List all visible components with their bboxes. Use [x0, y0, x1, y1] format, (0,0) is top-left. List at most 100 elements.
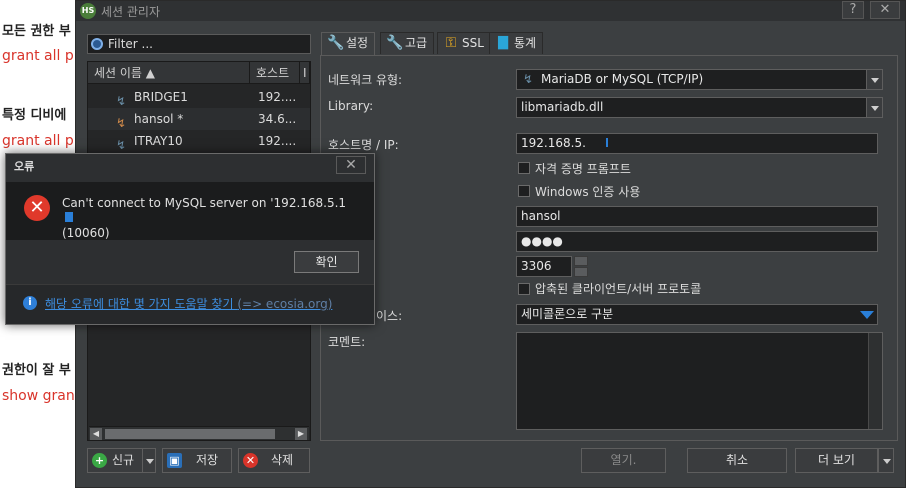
session-host: 34.6... [258, 112, 297, 126]
session-row-hansol[interactable]: ↯ hansol * 34.6... [88, 108, 310, 130]
new-label: 신규 [111, 453, 135, 467]
key-icon: ⚿ [445, 35, 457, 51]
host-input[interactable]: 192.168.5. [516, 133, 878, 154]
filter-placeholder: Filter ... [108, 37, 153, 51]
dialog-footer: i 해당 오류에 대한 몇 가지 도움말 찾기 (=> ecosia.org) [6, 284, 374, 324]
column-session-name[interactable]: 세션 이름 ▲ [88, 62, 250, 84]
session-host: 192.... [258, 134, 297, 148]
new-dropdown-button[interactable] [142, 448, 156, 473]
cancel-button[interactable]: 취소 [687, 448, 787, 473]
chevron-down-icon [146, 459, 154, 464]
bg-code-3: show gran [2, 388, 75, 404]
library-select[interactable]: libmariadb.dll [516, 97, 883, 118]
ok-button[interactable]: 확인 [294, 251, 359, 273]
delete-label: 삭제 [270, 453, 294, 467]
title-bar: HS 세션 관리자 ? ✕ [76, 1, 905, 21]
chevron-down-icon [883, 459, 891, 464]
help-link[interactable]: 해당 오류에 대한 몇 가지 도움말 찾기 (=> ecosia.org) [45, 295, 332, 312]
session-name: BRIDGE1 [134, 90, 188, 104]
user-value: hansol [521, 209, 561, 223]
network-type-value: MariaDB or MySQL (TCP/IP) [541, 72, 704, 86]
error-message-text: Can't connect to MySQL server on '192.16… [62, 196, 347, 210]
tab-ssl[interactable]: ⚿ SSL [437, 32, 491, 54]
library-value: libmariadb.dll [521, 100, 604, 114]
vertical-scrollbar[interactable] [868, 333, 882, 429]
horizontal-scrollbar[interactable]: ◀ ▶ [89, 426, 309, 440]
more-button[interactable]: 더 보기 [795, 448, 878, 473]
delete-button[interactable]: ✕ 삭제 [238, 448, 310, 473]
compressed-protocol-label: 압축된 클라이언트/서버 프로토콜 [535, 282, 702, 296]
bg-heading-2: 특정 디비에 [2, 108, 67, 123]
host-value: 192.168.5. [521, 136, 586, 150]
bg-heading-1: 모든 권한 부 [2, 24, 71, 39]
scroll-left-arrow-icon[interactable]: ◀ [90, 428, 102, 440]
tab-label: 통계 [514, 36, 537, 50]
user-input[interactable]: hansol [516, 206, 878, 227]
dialog-close-button[interactable]: ✕ [336, 156, 366, 174]
dialog-message-area: ✕ Can't connect to MySQL server on '192.… [6, 182, 374, 240]
session-row-bridge1[interactable]: ↯ BRIDGE1 192.... [88, 86, 310, 108]
tab-label: 설정 [346, 36, 369, 50]
redacted-mark [65, 212, 73, 222]
bg-code-1: grant all p [2, 48, 74, 64]
info-icon: i [23, 296, 37, 310]
column-host[interactable]: 호스트 [250, 62, 300, 84]
port-up-icon[interactable] [574, 256, 588, 266]
dolphin-icon: ↯ [523, 72, 534, 86]
save-button[interactable]: ▣ 저장 [162, 448, 232, 473]
prompt-credentials-label: 자격 증명 프롬프트 [535, 162, 631, 176]
comment-textarea[interactable] [516, 332, 883, 430]
chevron-down-icon[interactable] [866, 70, 882, 89]
compressed-protocol-checkbox[interactable] [518, 283, 530, 295]
windows-auth-checkbox[interactable] [518, 185, 530, 197]
error-dialog: 오류 ✕ ✕ Can't connect to MySQL server on … [5, 153, 375, 325]
password-value: ●●●● [521, 234, 563, 248]
session-name: ITRAY10 [134, 134, 183, 148]
bar-chart-icon: ▇ [498, 35, 508, 50]
password-input[interactable]: ●●●● [516, 231, 878, 252]
databases-label: 이스: [376, 309, 403, 323]
scroll-thumb[interactable] [105, 429, 275, 439]
help-link-sub: (=> ecosia.org) [237, 297, 333, 311]
databases-value: 세미콜론으로 구분 [521, 307, 614, 321]
help-button[interactable]: ? [842, 1, 864, 19]
session-row-itray10[interactable]: ↯ ITRAY10 192.... [88, 130, 310, 152]
new-session-button[interactable]: + 신규 [87, 448, 145, 473]
session-list-header: 세션 이름 ▲ 호스트 I [88, 62, 310, 84]
tab-label: SSL [462, 36, 484, 50]
dropdown-arrow-icon[interactable] [860, 311, 874, 319]
prompt-credentials-checkbox[interactable] [518, 162, 530, 174]
tab-advanced[interactable]: 🔧 고급 [380, 32, 435, 54]
network-type-select[interactable]: ↯ MariaDB or MySQL (TCP/IP) [516, 69, 883, 90]
help-link-text: 해당 오류에 대한 몇 가지 도움말 찾기 [45, 297, 234, 311]
text-cursor [605, 138, 608, 147]
host-label: 호스트명 / IP: [328, 138, 399, 152]
error-code: (10060) [62, 226, 110, 240]
app-icon: HS [80, 3, 96, 19]
window-close-button[interactable]: ✕ [870, 1, 900, 19]
scroll-right-arrow-icon[interactable]: ▶ [295, 428, 307, 440]
network-type-label: 네트워크 유형: [328, 73, 403, 87]
bg-heading-3: 권한이 잘 부 [2, 363, 71, 378]
floppy-disk-icon: ▣ [167, 453, 182, 468]
open-button[interactable]: 열기. [581, 448, 666, 473]
session-host: 192.... [258, 90, 297, 104]
library-label: Library: [328, 99, 374, 113]
databases-input[interactable]: 세미콜론으로 구분 [516, 304, 878, 325]
tab-statistics[interactable]: ▇ 통계 [489, 32, 544, 54]
error-icon: ✕ [24, 195, 50, 221]
window-title: 세션 관리자 [101, 5, 161, 19]
chevron-down-icon[interactable] [866, 98, 882, 117]
more-dropdown-button[interactable] [878, 448, 894, 473]
port-down-icon[interactable] [574, 267, 588, 277]
search-icon [91, 38, 103, 50]
tab-label: 고급 [405, 36, 428, 50]
column-extra[interactable]: I [300, 62, 310, 84]
plus-icon: + [92, 453, 107, 468]
filter-input[interactable]: Filter ... [87, 34, 311, 54]
tab-settings[interactable]: 🔧 설정 [321, 32, 376, 55]
bg-code-2: grant all p [2, 133, 74, 149]
port-input[interactable]: 3306 [516, 256, 572, 277]
delete-x-icon: ✕ [243, 453, 258, 468]
port-value: 3306 [521, 259, 552, 273]
